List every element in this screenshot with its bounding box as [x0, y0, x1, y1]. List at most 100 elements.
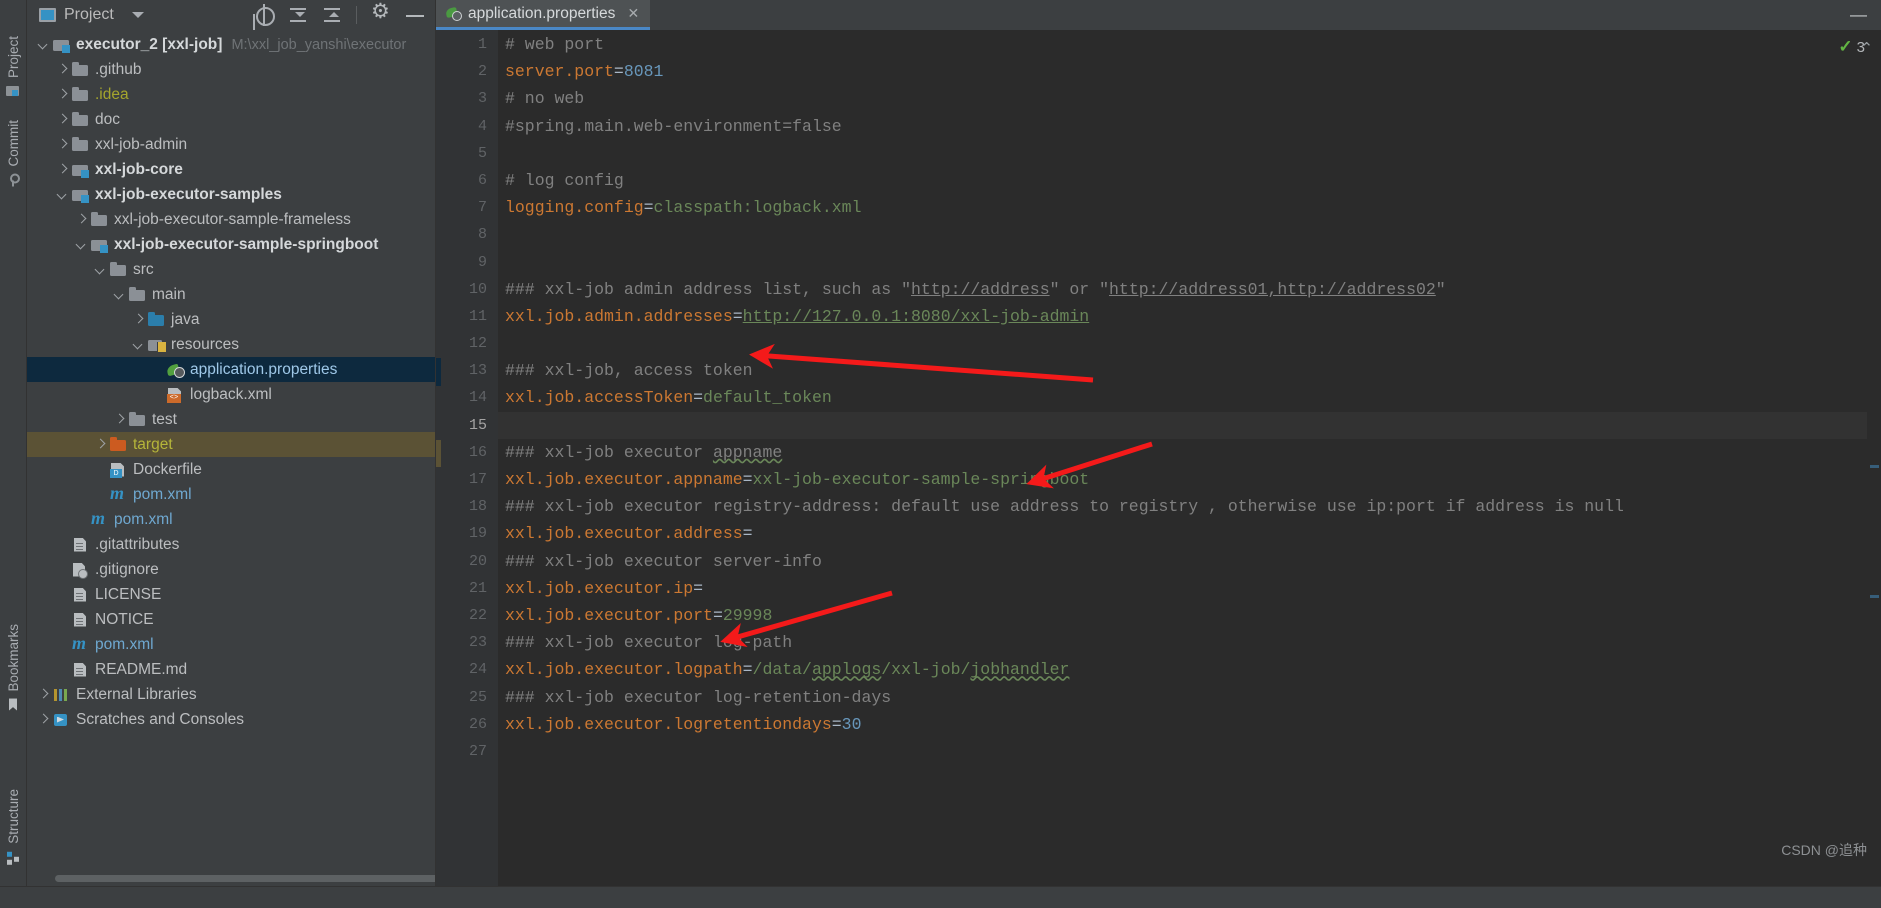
code-line-5[interactable]	[498, 140, 1867, 167]
tab-application-properties[interactable]: application.properties ✕	[436, 0, 651, 30]
chevron-down-icon[interactable]	[94, 263, 107, 276]
code-line-1[interactable]: # web port	[498, 31, 1867, 58]
chevron-up-icon[interactable]: ⌃	[1860, 39, 1873, 57]
chevron-right-icon[interactable]	[56, 88, 69, 101]
tree-node-external-libraries[interactable]: External Libraries	[27, 682, 435, 707]
code-line-19[interactable]: xxl.job.executor.address=	[498, 520, 1867, 547]
tree-node-readme-md[interactable]: README.md	[27, 657, 435, 682]
tree-node-pom-xml[interactable]: pom.xml	[27, 632, 435, 657]
code-token-key: xxl.job.executor.address	[505, 524, 743, 544]
tree-node-gitignore[interactable]: .gitignore	[27, 557, 435, 582]
chevron-right-icon[interactable]	[56, 113, 69, 126]
tree-node-logback-xml[interactable]: logback.xml	[27, 382, 435, 407]
collapse-all-icon[interactable]	[322, 5, 342, 25]
tree-node-xxl-job-executor-samples[interactable]: xxl-job-executor-samples	[27, 182, 435, 207]
chevron-right-icon[interactable]	[132, 313, 145, 326]
tree-node-pom-xml[interactable]: pom.xml	[27, 507, 435, 532]
code-line-25[interactable]: ### xxl-job executor log-retention-days	[498, 684, 1867, 711]
code-token-eq: =	[742, 524, 753, 544]
chevron-right-icon[interactable]	[75, 213, 88, 226]
code-line-7[interactable]: logging.config=classpath:logback.xml	[498, 194, 1867, 221]
code-line-11[interactable]: xxl.job.admin.addresses=http://127.0.0.1…	[498, 303, 1867, 330]
rail-item-project[interactable]: Project	[0, 32, 27, 102]
tree-node-notice[interactable]: NOTICE	[27, 607, 435, 632]
code-line-2[interactable]: server.port=8081	[498, 58, 1867, 85]
code-line-8[interactable]	[498, 221, 1867, 248]
project-tree[interactable]: executor_2 [xxl-job] M:\xxl_job_yanshi\ex…	[27, 30, 435, 868]
tree-node-github[interactable]: .github	[27, 57, 435, 82]
code-line-6[interactable]: # log config	[498, 167, 1867, 194]
tree-node-doc[interactable]: doc	[27, 107, 435, 132]
code-line-3[interactable]: # no web	[498, 85, 1867, 112]
hide-icon[interactable]	[405, 5, 425, 25]
tree-node-label: main	[152, 285, 186, 303]
rail-item-bookmarks[interactable]: Bookmarks	[0, 620, 27, 716]
chevron-right-icon[interactable]	[56, 138, 69, 151]
code-line-23[interactable]: ### xxl-job executor log-path	[498, 629, 1867, 656]
tree-horizontal-scrollbar[interactable]	[27, 872, 435, 883]
tree-node-application-properties[interactable]: application.properties	[27, 357, 435, 382]
code-line-13[interactable]: ### xxl-job, access token	[498, 357, 1867, 384]
chevron-down-icon[interactable]	[56, 188, 69, 201]
expand-all-icon[interactable]	[288, 5, 308, 25]
tree-node-gitattributes[interactable]: .gitattributes	[27, 532, 435, 557]
chevron-down-icon[interactable]	[132, 338, 145, 351]
tree-node-scratches-and-consoles[interactable]: Scratches and Consoles	[27, 707, 435, 732]
code-line-27[interactable]	[498, 738, 1867, 765]
code-line-15[interactable]	[498, 411, 1867, 439]
code-line-24[interactable]: xxl.job.executor.logpath=/data/applogs/x…	[498, 656, 1867, 683]
code-token-key: xxl.job.admin.addresses	[505, 306, 733, 326]
code-line-26[interactable]: xxl.job.executor.logretentiondays=30	[498, 711, 1867, 738]
editor-gutter[interactable]: 1 2 3 4 5 6 7 8 9 10 11 12 13 14 15 16 17 18 19 20 21 22 23 24 2…	[436, 30, 498, 886]
chevron-right-icon[interactable]	[56, 63, 69, 76]
chevron-down-icon[interactable]	[75, 238, 88, 251]
tree-node-xxl-job-executor-sample-frameless[interactable]: xxl-job-executor-sample-frameless	[27, 207, 435, 232]
chevron-right-icon[interactable]	[37, 688, 50, 701]
code-line-21[interactable]: xxl.job.executor.ip=	[498, 575, 1867, 602]
rail-item-commit[interactable]: Commit	[0, 116, 27, 191]
code-line-16[interactable]: ### xxl-job executor appname	[498, 439, 1867, 466]
chevron-right-icon[interactable]	[56, 163, 69, 176]
code-line-20[interactable]: ### xxl-job executor server-info	[498, 548, 1867, 575]
tree-node-target[interactable]: target	[27, 432, 435, 457]
tree-node-pom-xml[interactable]: pom.xml	[27, 482, 435, 507]
chevron-right-icon[interactable]	[94, 438, 107, 451]
minimize-button[interactable]: —	[1844, 5, 1873, 25]
code-line-18[interactable]: ### xxl-job executor registry-address: d…	[498, 493, 1867, 520]
code-line-10[interactable]: ### xxl-job admin address list, such as …	[498, 276, 1867, 303]
change-marker[interactable]	[1870, 595, 1879, 598]
code-line-12[interactable]	[498, 330, 1867, 357]
tree-node-xxl-job-core[interactable]: xxl-job-core	[27, 157, 435, 182]
chevron-right-icon[interactable]	[37, 713, 50, 726]
code-line-17[interactable]: xxl.job.executor.appname=xxl-job-executo…	[498, 466, 1867, 493]
code-line-4[interactable]: #spring.main.web-environment=false	[498, 113, 1867, 140]
close-icon[interactable]: ✕	[626, 5, 640, 22]
tree-node-xxl-job-executor-sample-springboot[interactable]: xxl-job-executor-sample-springboot	[27, 232, 435, 257]
code-token-comment: ### xxl-job admin address list, such as …	[505, 279, 911, 299]
tree-node-java[interactable]: java	[27, 307, 435, 332]
code-token-val: 29998	[722, 605, 773, 625]
tree-node-src[interactable]: src	[27, 257, 435, 282]
scrollbar-thumb[interactable]	[55, 875, 435, 882]
chevron-down-icon[interactable]	[131, 12, 144, 18]
chevron-down-icon[interactable]	[37, 38, 50, 51]
chevron-down-icon[interactable]	[113, 288, 126, 301]
tree-node-idea[interactable]: .idea	[27, 82, 435, 107]
settings-gear-icon[interactable]	[371, 1, 391, 25]
code-line-9[interactable]	[498, 249, 1867, 276]
tree-node-xxl-job-admin[interactable]: xxl-job-admin	[27, 132, 435, 157]
tree-node-license[interactable]: LICENSE	[27, 582, 435, 607]
code-line-14[interactable]: xxl.job.accessToken=default_token	[498, 384, 1867, 411]
code-line-22[interactable]: xxl.job.executor.port=29998	[498, 602, 1867, 629]
select-opened-file-icon[interactable]	[254, 4, 275, 26]
marker-rail[interactable]	[1867, 30, 1881, 886]
chevron-right-icon[interactable]	[113, 413, 126, 426]
tree-node-dockerfile[interactable]: Dockerfile	[27, 457, 435, 482]
rail-item-structure[interactable]: Structure	[0, 785, 27, 868]
tree-node-resources[interactable]: resources	[27, 332, 435, 357]
change-marker[interactable]	[1870, 465, 1879, 468]
tree-node-executor-2-xxl-job[interactable]: executor_2 [xxl-job] M:\xxl_job_yanshi\ex…	[27, 32, 435, 57]
tree-node-main[interactable]: main	[27, 282, 435, 307]
code-content[interactable]: # web port server.port=8081 # no web #sprin…	[498, 30, 1867, 886]
tree-node-test[interactable]: test	[27, 407, 435, 432]
